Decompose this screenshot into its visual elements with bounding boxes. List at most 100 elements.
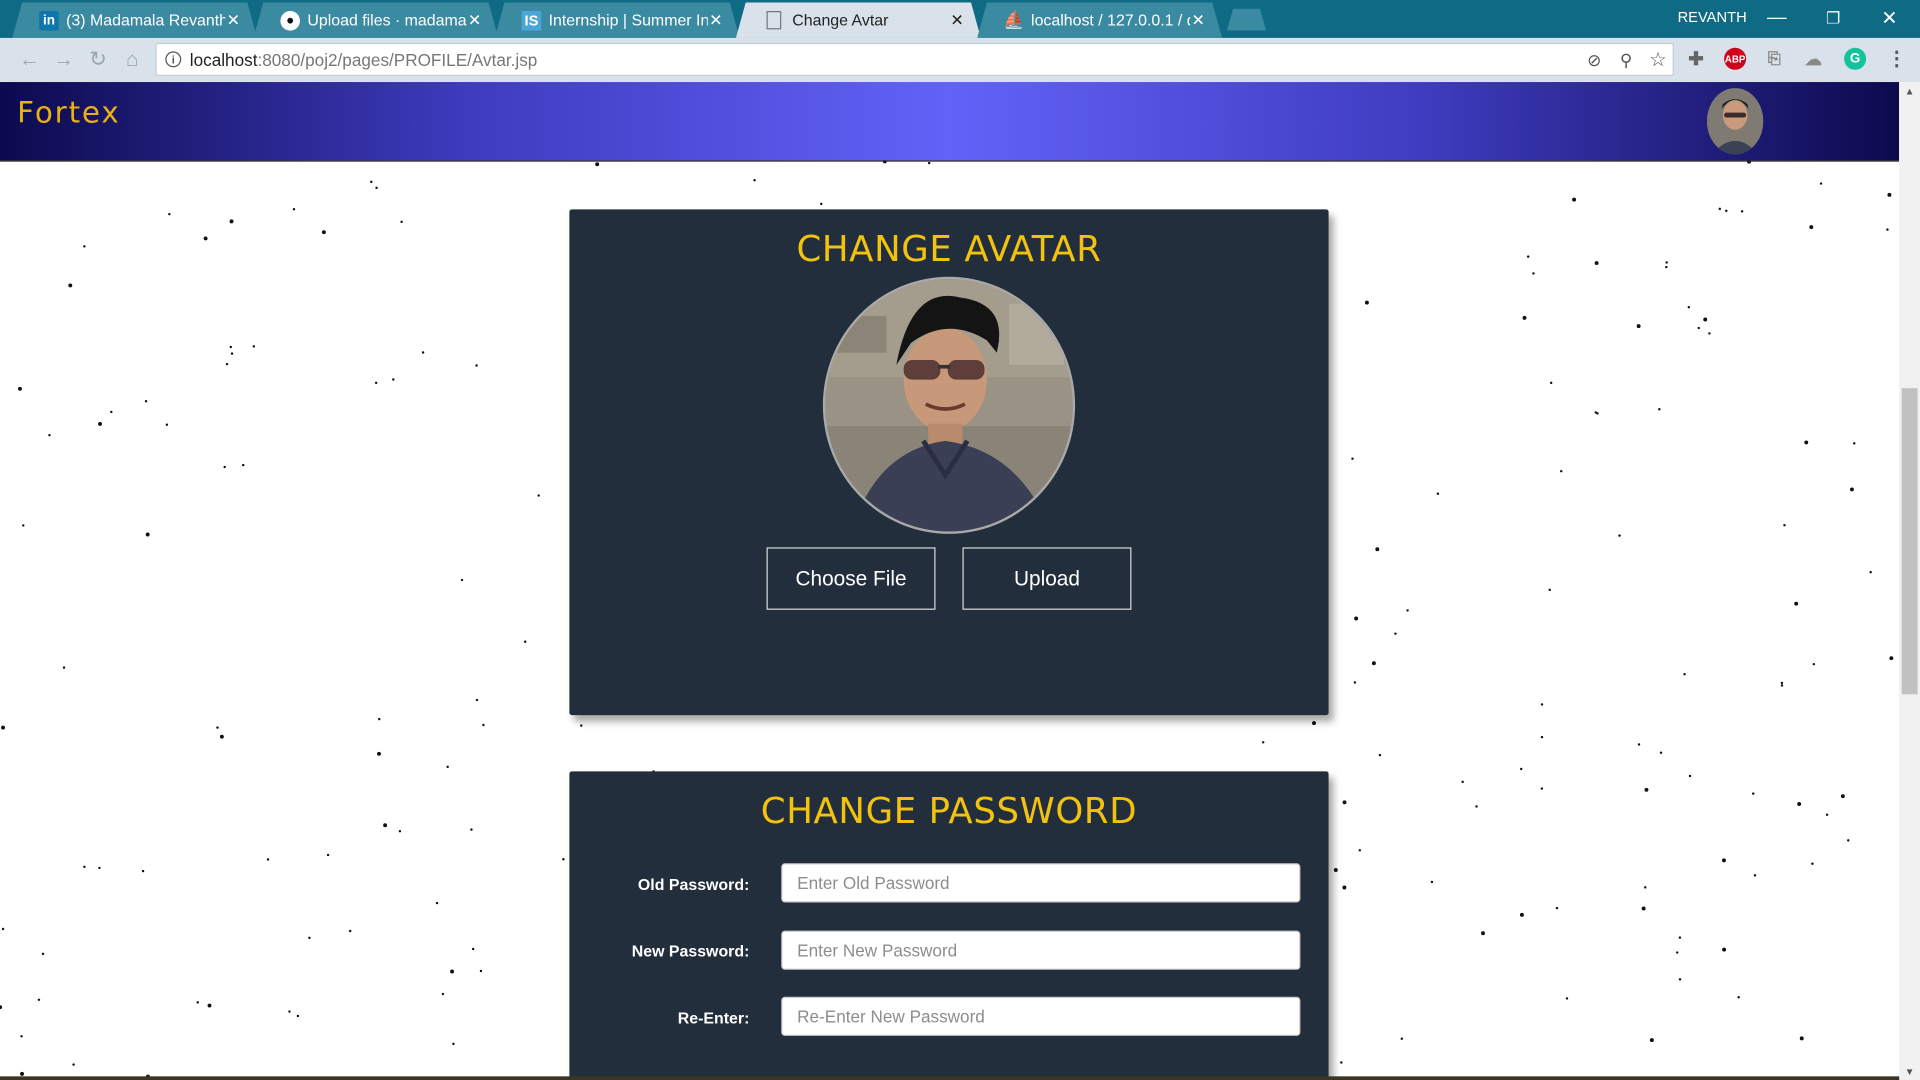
- tab-github[interactable]: ● Upload files · madamalar ✕: [253, 2, 498, 38]
- tab-title: Upload files · madamalar: [307, 11, 467, 30]
- user-avatar[interactable]: [1706, 88, 1764, 155]
- star-dot: [1804, 440, 1809, 445]
- tab-change-avtar[interactable]: Change Avtar ✕: [736, 2, 981, 38]
- re-enter-password-label: Re-Enter:: [677, 1008, 750, 1028]
- star-dot: [292, 208, 296, 211]
- url-host: localhost: [189, 50, 258, 70]
- star-dot: [83, 865, 86, 869]
- star-dot: [1688, 774, 1692, 778]
- star-dot: [229, 345, 233, 349]
- new-tab-button[interactable]: [1227, 9, 1266, 31]
- star-dot: [1532, 272, 1535, 275]
- star-dot: [308, 936, 311, 940]
- close-tab-icon[interactable]: ✕: [950, 11, 963, 31]
- home-icon[interactable]: ⌂: [120, 48, 144, 72]
- grammarly-icon[interactable]: G: [1844, 47, 1867, 70]
- star-dot: [1596, 412, 1599, 415]
- star-dot: [482, 723, 485, 727]
- scroll-down-icon[interactable]: ▼: [1899, 1063, 1920, 1080]
- minimize-icon[interactable]: —: [1749, 0, 1805, 37]
- scroll-up-icon[interactable]: ▲: [1899, 82, 1920, 99]
- star-dot: [141, 869, 145, 873]
- star-dot: [230, 352, 234, 355]
- forward-icon[interactable]: →: [51, 48, 75, 72]
- star-dot: [348, 929, 352, 933]
- tab-phpmyadmin[interactable]: ⛵ localhost / 127.0.0.1 / db ✕: [977, 2, 1222, 38]
- info-icon[interactable]: i: [165, 51, 182, 68]
- re-enter-password-input[interactable]: [781, 996, 1301, 1036]
- star-dot: [1364, 300, 1369, 305]
- new-password-input[interactable]: [781, 930, 1301, 970]
- brand-logo[interactable]: Fortex: [17, 96, 120, 130]
- star-dot: [1703, 317, 1708, 322]
- star-dot: [1649, 1038, 1654, 1043]
- star-dot: [1794, 601, 1799, 606]
- star-dot: [1683, 672, 1686, 676]
- star-dot: [595, 162, 600, 167]
- zoom-icon[interactable]: ⚲: [1616, 50, 1636, 70]
- extension-puzzle-icon[interactable]: ✚: [1685, 48, 1707, 70]
- close-tab-icon[interactable]: ✕: [709, 11, 722, 31]
- star-dot: [1869, 570, 1872, 574]
- star-dot: [229, 219, 234, 224]
- star-dot: [1708, 332, 1711, 335]
- star-dot: [72, 1063, 75, 1066]
- address-bar[interactable]: i localhost:8080/poj2/pages/PROFILE/Avta…: [155, 42, 1674, 76]
- star-dot: [383, 823, 388, 828]
- star-dot: [219, 734, 224, 739]
- tab-linkedin[interactable]: in (3) Madamala Revanth | L ✕: [12, 2, 257, 38]
- restore-icon[interactable]: ❐: [1805, 0, 1861, 37]
- star-dot: [1847, 839, 1850, 842]
- url-text[interactable]: localhost:8080/poj2/pages/PROFILE/Avtar.…: [190, 50, 538, 70]
- phpmyadmin-icon: ⛵: [1003, 9, 1025, 30]
- star-dot: [1725, 209, 1728, 213]
- tab-internshala[interactable]: IS Internship | Summer Inter ✕: [495, 2, 740, 38]
- star-dot: [41, 952, 45, 956]
- close-tab-icon[interactable]: ✕: [227, 11, 240, 31]
- star-dot: [1, 927, 5, 931]
- bookmark-star-icon[interactable]: ☆: [1648, 50, 1668, 71]
- star-dot: [1783, 523, 1786, 527]
- old-password-input[interactable]: [781, 863, 1301, 903]
- star-dot: [1461, 780, 1464, 784]
- star-dot: [1400, 1037, 1404, 1040]
- page-scrollbar[interactable]: ▲ ▼: [1899, 82, 1920, 1080]
- taskbar-edge: [0, 1076, 1900, 1080]
- star-dot: [1358, 849, 1362, 852]
- url-path: :8080/poj2/pages/PROFILE/Avtar.jsp: [257, 50, 538, 70]
- star-dot: [1572, 197, 1577, 202]
- star-dot: [523, 640, 527, 643]
- star-dot: [753, 179, 756, 182]
- blocked-cookies-icon[interactable]: ⊘: [1585, 50, 1605, 70]
- star-dot: [225, 362, 229, 366]
- star-dot: [562, 858, 565, 861]
- browser-window: in (3) Madamala Revanth | L ✕ ● Upload f…: [0, 0, 1920, 1080]
- cloud-icon[interactable]: ☁: [1802, 48, 1824, 70]
- close-tab-icon[interactable]: ✕: [1192, 11, 1205, 31]
- star-dot: [326, 853, 330, 857]
- star-dot: [68, 283, 73, 288]
- pdf-icon[interactable]: ⎘: [1763, 48, 1785, 70]
- star-dot: [1737, 996, 1740, 999]
- star-dot: [377, 751, 381, 756]
- scrollbar-thumb[interactable]: [1901, 388, 1918, 695]
- star-dot: [378, 717, 381, 721]
- choose-file-button[interactable]: Choose File: [766, 547, 936, 610]
- star-dot: [1840, 794, 1845, 799]
- star-dot: [1342, 800, 1347, 805]
- star-dot: [288, 1010, 291, 1013]
- browser-profile-name[interactable]: REVANTH: [1678, 9, 1747, 26]
- reload-icon[interactable]: ↻: [86, 48, 110, 72]
- star-dot: [1722, 947, 1727, 952]
- close-window-icon[interactable]: ✕: [1861, 0, 1917, 37]
- close-tab-icon[interactable]: ✕: [468, 11, 481, 31]
- star-dot: [1637, 743, 1641, 746]
- adblock-plus-icon[interactable]: ABP: [1724, 47, 1747, 70]
- star-dot: [1644, 787, 1649, 792]
- star-dot: [1853, 442, 1856, 445]
- upload-button[interactable]: Upload: [962, 547, 1132, 610]
- menu-icon[interactable]: ⋮: [1886, 48, 1908, 70]
- back-icon[interactable]: ←: [17, 48, 41, 72]
- star-dot: [1351, 457, 1354, 460]
- browser-toolbar: ← → ↻ ⌂ i localhost:8080/poj2/pages/PROF…: [0, 37, 1920, 83]
